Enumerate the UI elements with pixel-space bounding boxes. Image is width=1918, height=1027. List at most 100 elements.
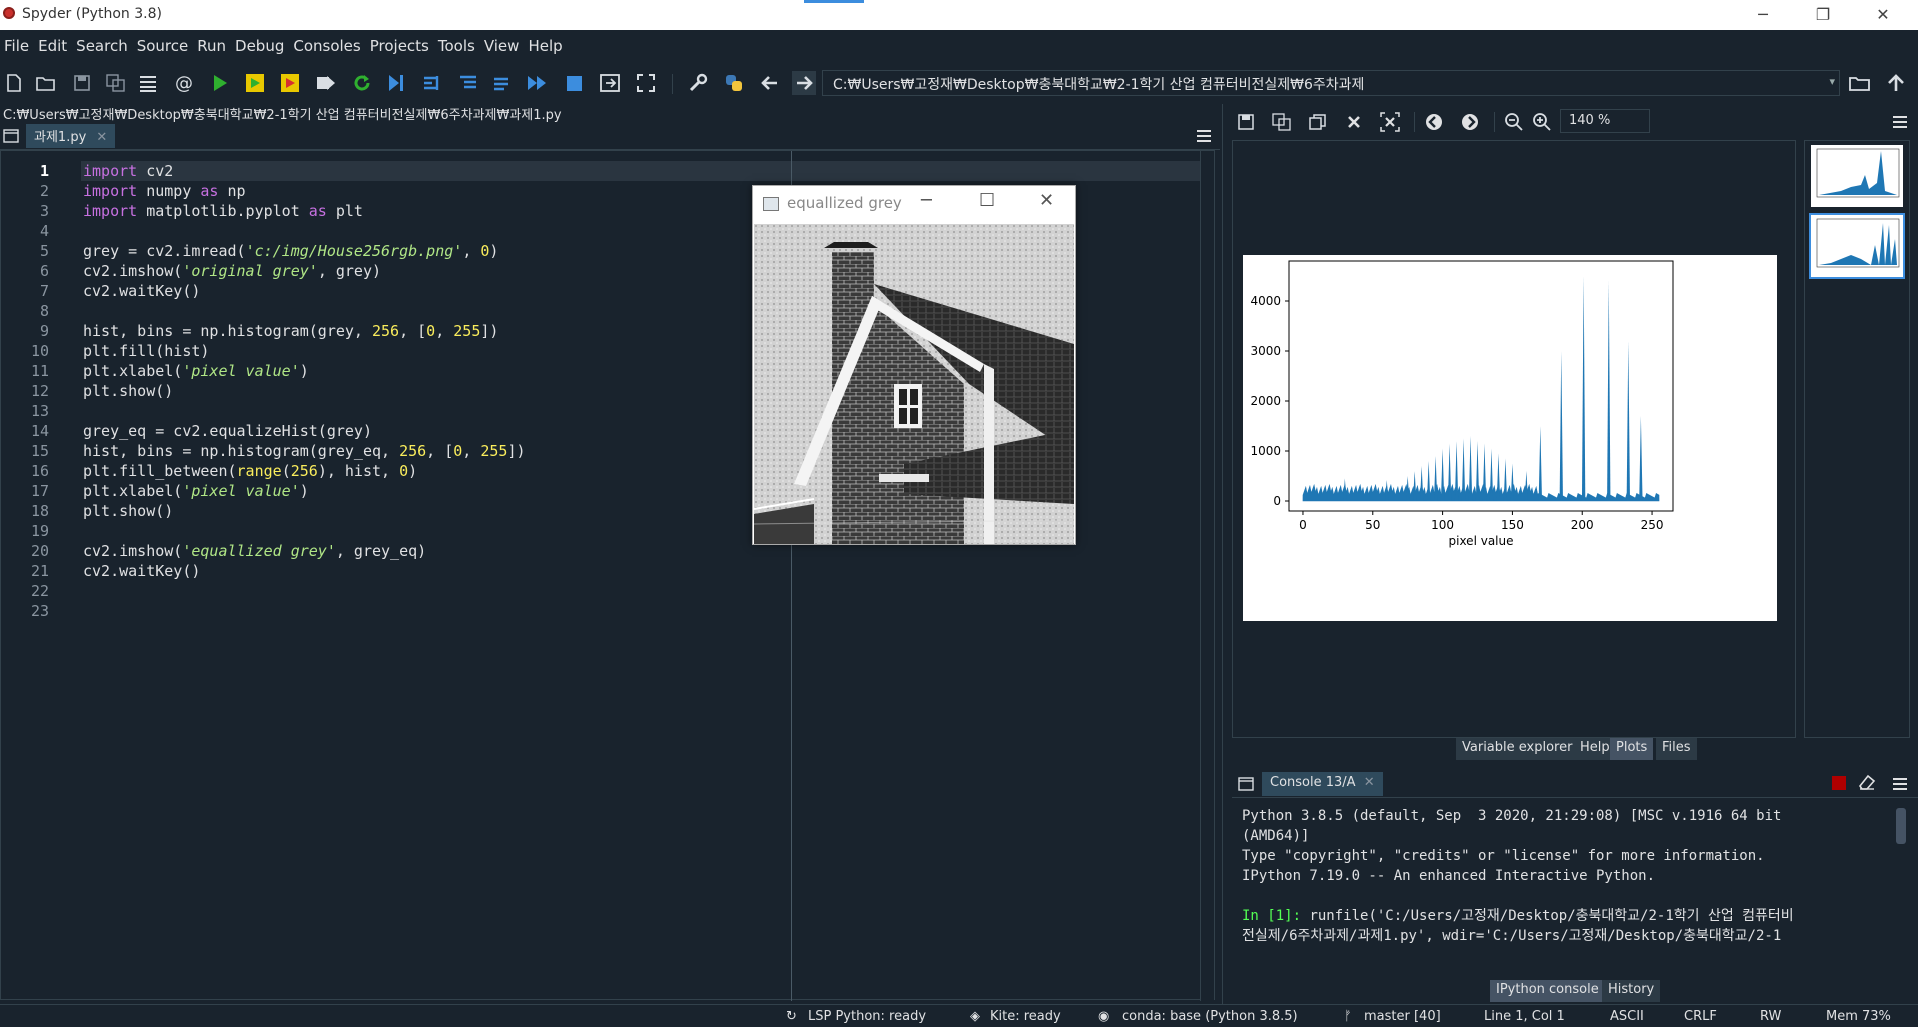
x-tick-label: 0 bbox=[1299, 518, 1307, 532]
stop-debug-icon[interactable] bbox=[562, 71, 586, 95]
eraser-icon[interactable] bbox=[1858, 774, 1876, 794]
remove-all-plots-icon[interactable] bbox=[1378, 110, 1402, 134]
maximize-button[interactable]: ❐ bbox=[1800, 2, 1846, 28]
console-tab[interactable]: Console 13/A ✕ bbox=[1262, 772, 1383, 796]
new-file-icon[interactable] bbox=[2, 71, 26, 95]
menu-help[interactable]: Help bbox=[524, 30, 567, 55]
save-plot-icon[interactable] bbox=[1234, 110, 1258, 134]
conda-status[interactable]: conda: base (Python 3.8.5) bbox=[1122, 1009, 1298, 1024]
editor-tab-file[interactable]: 과제1.py ✕ bbox=[26, 124, 116, 148]
step-into-icon[interactable] bbox=[456, 71, 480, 95]
next-plot-icon[interactable] bbox=[1458, 110, 1482, 134]
line-number: 11 bbox=[30, 362, 49, 380]
step-icon[interactable] bbox=[420, 71, 444, 95]
minimize-button[interactable]: ─ bbox=[1740, 2, 1786, 28]
menu-view[interactable]: View bbox=[480, 30, 525, 55]
interrupt-kernel-icon[interactable] bbox=[1832, 776, 1846, 790]
zoom-level-field[interactable]: 140 % bbox=[1560, 109, 1650, 133]
zoom-in-icon[interactable] bbox=[1530, 110, 1554, 134]
copy-plot-icon[interactable] bbox=[1306, 110, 1330, 134]
plot-thumbnail-2[interactable] bbox=[1809, 213, 1905, 279]
fullscreen-icon[interactable] bbox=[634, 71, 658, 95]
console-options-icon[interactable] bbox=[1892, 776, 1908, 795]
kite-status[interactable]: Kite: ready bbox=[990, 1009, 1061, 1024]
maximize-pane-icon[interactable] bbox=[598, 71, 622, 95]
equalized-house-image bbox=[754, 224, 1074, 544]
line-number: 12 bbox=[30, 382, 49, 400]
opencv-window[interactable]: equallized grey ─ ☐ ✕ bbox=[752, 185, 1076, 545]
at-icon[interactable]: @ bbox=[172, 71, 196, 95]
editor-options-icon[interactable] bbox=[1196, 128, 1212, 147]
save-all-icon[interactable] bbox=[104, 71, 128, 95]
back-icon[interactable] bbox=[758, 71, 782, 95]
tab-ipython-console[interactable]: IPython console bbox=[1490, 980, 1605, 1002]
menu-edit[interactable]: Edit bbox=[34, 30, 72, 55]
run-cell-advance-icon[interactable] bbox=[278, 71, 302, 95]
parent-directory-icon[interactable] bbox=[1884, 71, 1908, 95]
forward-icon[interactable] bbox=[792, 71, 816, 95]
continue-icon[interactable] bbox=[526, 71, 550, 95]
tab-variable-explorer[interactable]: Variable explorer bbox=[1456, 738, 1579, 760]
menu-search[interactable]: Search bbox=[72, 30, 133, 55]
menu-source[interactable]: Source bbox=[133, 30, 194, 55]
menu-file[interactable]: File bbox=[0, 30, 34, 55]
cv-maximize-button[interactable]: ☐ bbox=[979, 190, 995, 211]
save-all-plots-icon[interactable] bbox=[1270, 110, 1294, 134]
kite-icon: ◈ bbox=[970, 1009, 980, 1024]
browse-directory-icon[interactable] bbox=[1848, 71, 1872, 95]
zoom-out-icon[interactable] bbox=[1502, 110, 1526, 134]
status-bar: ↻ LSP Python: ready ◈ Kite: ready ◉ cond… bbox=[0, 1004, 1918, 1027]
save-icon[interactable] bbox=[70, 71, 94, 95]
run-cell-icon[interactable] bbox=[243, 71, 267, 95]
tab-files[interactable]: Files bbox=[1656, 738, 1697, 760]
run-icon[interactable] bbox=[208, 71, 232, 95]
editor-scrollbar[interactable] bbox=[1200, 151, 1214, 1001]
browse-tabs-icon[interactable] bbox=[1238, 776, 1254, 795]
plots-options-icon[interactable] bbox=[1892, 114, 1908, 133]
lsp-status[interactable]: LSP Python: ready bbox=[808, 1009, 926, 1024]
line-number: 10 bbox=[30, 342, 49, 360]
console-output[interactable]: Python 3.8.5 (default, Sep 3 2020, 21:29… bbox=[1242, 806, 1892, 946]
browse-tabs-icon[interactable] bbox=[3, 128, 19, 147]
rerun-icon[interactable] bbox=[350, 71, 374, 95]
line-number-gutter: 1 2 3 4 5 6 7 8 9 10 11 12 13 14 15 16 17 18 19 20 21 22 23 bbox=[1, 161, 79, 991]
tab-close-icon[interactable]: ✕ bbox=[96, 130, 107, 145]
close-button[interactable]: ✕ bbox=[1860, 2, 1906, 28]
x-tick-label: 50 bbox=[1365, 518, 1380, 532]
open-file-icon[interactable] bbox=[34, 71, 58, 95]
debug-icon[interactable] bbox=[384, 71, 408, 95]
menu-consoles[interactable]: Consoles bbox=[289, 30, 365, 55]
code-line[interactable]: cv2.waitKey() bbox=[81, 561, 1201, 581]
menu-debug[interactable]: Debug bbox=[231, 30, 289, 55]
preferences-icon[interactable] bbox=[686, 71, 710, 95]
menu-run[interactable]: Run bbox=[193, 30, 231, 55]
python-path-icon[interactable] bbox=[722, 71, 746, 95]
console-pane-tabs: IPython console History bbox=[1232, 980, 1918, 1004]
console-tab-close-icon[interactable]: ✕ bbox=[1364, 775, 1375, 790]
tab-plots[interactable]: Plots bbox=[1610, 738, 1654, 760]
plot-thumbnail-1[interactable] bbox=[1811, 145, 1903, 207]
code-line[interactable] bbox=[81, 581, 1201, 601]
menu-projects[interactable]: Projects bbox=[366, 30, 434, 55]
working-directory-field[interactable]: C:₩Users₩고정재₩Desktop₩충북대학교₩2-1학기 산업 컴퓨터비… bbox=[822, 70, 1840, 96]
menu-tools[interactable]: Tools bbox=[434, 30, 480, 55]
cv-close-button[interactable]: ✕ bbox=[1039, 190, 1054, 211]
code-line[interactable]: import cv2 bbox=[81, 161, 1201, 181]
tab-history[interactable]: History bbox=[1602, 980, 1661, 1002]
run-selection-icon[interactable] bbox=[314, 71, 338, 95]
step-return-icon[interactable] bbox=[490, 71, 514, 95]
remove-plot-icon[interactable] bbox=[1342, 110, 1366, 134]
x-tick-label: 250 bbox=[1641, 518, 1664, 532]
plot-scrollbar[interactable] bbox=[1789, 141, 1795, 737]
git-status[interactable]: master [40] bbox=[1364, 1009, 1441, 1024]
histogram-peak bbox=[1440, 448, 1445, 501]
previous-plot-icon[interactable] bbox=[1422, 110, 1446, 134]
x-tick-label: 200 bbox=[1571, 518, 1594, 532]
console-scrollbar[interactable] bbox=[1896, 808, 1906, 844]
outline-icon[interactable] bbox=[136, 71, 160, 95]
file-permissions: RW bbox=[1760, 1009, 1782, 1024]
chevron-down-icon[interactable]: ▾ bbox=[1829, 75, 1835, 88]
opencv-window-titlebar[interactable]: equallized grey ─ ☐ ✕ bbox=[753, 186, 1075, 222]
code-line[interactable] bbox=[81, 601, 1201, 621]
cv-minimize-button[interactable]: ─ bbox=[921, 190, 932, 211]
